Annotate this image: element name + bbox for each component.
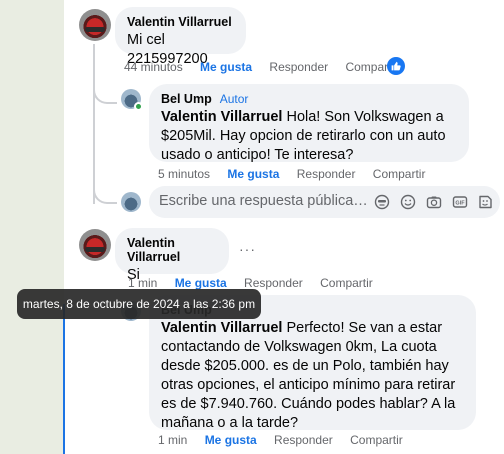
thread-connector <box>93 60 117 104</box>
comment-time[interactable]: 1 min <box>128 276 157 290</box>
comment-text: Valentin Villarruel Perfecto! Se van a e… <box>161 319 464 433</box>
share-button[interactable]: Compartir <box>373 167 426 181</box>
like-button[interactable]: Me gusta <box>175 276 227 290</box>
camera-icon[interactable] <box>426 194 442 210</box>
reply-button[interactable]: Responder <box>297 167 356 181</box>
more-options-button[interactable]: ··· <box>239 241 256 257</box>
comment-bubble: Valentin Villarruel Mi cel 2215997200 <box>115 7 246 67</box>
share-button[interactable]: Compartir <box>350 433 403 447</box>
reply-button[interactable]: Responder <box>244 276 303 290</box>
comment-actions: 5 minutos Me gusta Responder Compartir <box>158 167 439 181</box>
reply-button[interactable]: Responder <box>269 60 328 74</box>
reply-box: GIF <box>149 186 500 218</box>
svg-text:GIF: GIF <box>455 201 465 207</box>
like-button[interactable]: Me gusta <box>200 60 252 74</box>
emoji-icon[interactable] <box>400 194 416 210</box>
comment-actions: 44 minutos Me gusta Responder Compartir <box>124 60 412 74</box>
timestamp-tooltip: martes, 8 de octubre de 2024 a las 2:36 … <box>17 289 261 319</box>
comment-author[interactable]: Bel Ump Autor <box>161 92 457 106</box>
comment-actions: 1 min Me gusta Responder Compartir <box>128 276 387 290</box>
avatar[interactable] <box>79 9 111 41</box>
share-button[interactable]: Compartir <box>320 276 373 290</box>
like-button[interactable]: Me gusta <box>227 167 279 181</box>
reply-input[interactable] <box>159 193 369 209</box>
thread-highlight-line <box>63 304 65 454</box>
gif-icon[interactable]: GIF <box>452 194 468 210</box>
comment-time[interactable]: 1 min <box>158 433 187 447</box>
comment-author[interactable]: Valentin Villarruel <box>127 236 217 264</box>
avatar[interactable] <box>121 192 141 212</box>
comment-actions: 1 min Me gusta Responder Compartir <box>158 433 417 447</box>
comment-body: Perfecto! Se van a estar contactando de … <box>161 320 456 431</box>
thread-connector <box>93 160 117 204</box>
reply-button[interactable]: Responder <box>274 433 333 447</box>
comment-bubble: Valentin Villarruel Si <box>115 228 229 283</box>
comment-author-name[interactable]: Bel Ump <box>161 92 212 106</box>
like-icon[interactable] <box>387 57 405 75</box>
online-status-dot <box>134 102 143 111</box>
mention-link[interactable]: Valentin Villarruel <box>161 320 282 336</box>
comment-time[interactable]: 5 minutos <box>158 167 210 181</box>
comment-text: Valentin Villarruel Hola! Son Volkswagen… <box>161 108 457 165</box>
avatar[interactable] <box>79 229 111 261</box>
left-sidebar <box>0 0 64 454</box>
comment-time[interactable]: 44 minutos <box>124 60 183 74</box>
sticker-icon[interactable] <box>477 194 493 210</box>
mention-link[interactable]: Valentin Villarruel <box>161 109 282 125</box>
author-badge: Autor <box>219 92 249 106</box>
avatar-sticker-icon[interactable] <box>374 194 390 210</box>
like-button[interactable]: Me gusta <box>205 433 257 447</box>
comment-bubble: Bel Ump Autor Valentin Villarruel Hola! S… <box>149 84 469 165</box>
comment-author[interactable]: Valentin Villarruel <box>127 15 234 29</box>
